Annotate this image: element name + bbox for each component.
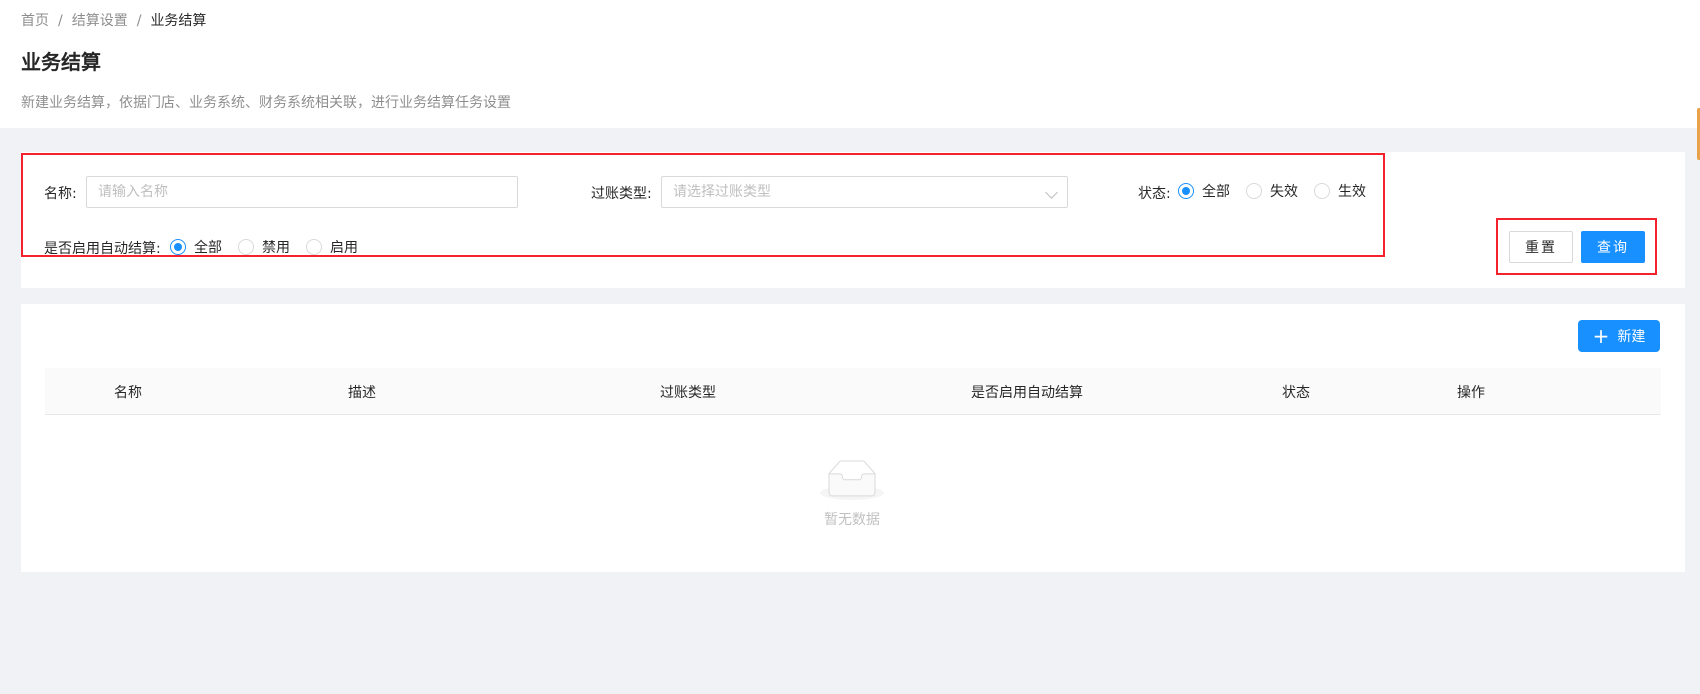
breadcrumb-separator: /: [58, 13, 63, 29]
breadcrumb: 首页 / 结算设置 / 业务结算: [21, 10, 206, 30]
breadcrumb-item-home[interactable]: 首页: [21, 13, 49, 29]
status-radio-valid[interactable]: 生效: [1314, 181, 1366, 201]
column-header-status: 状态: [1282, 385, 1310, 401]
page-title: 业务结算: [21, 50, 101, 74]
radio-checked-icon: [170, 239, 186, 255]
reset-button[interactable]: 重置: [1509, 231, 1573, 263]
status-radio-group: 全部 失效 生效: [1178, 181, 1382, 201]
empty-state-text: 暂无数据: [824, 512, 880, 528]
page-header: 首页 / 结算设置 / 业务结算 业务结算 新建业务结算，依据门店、业务系统、财务系统相…: [0, 0, 1700, 128]
new-button-label: 新建: [1617, 329, 1646, 345]
status-radio-all[interactable]: 全部: [1178, 181, 1230, 201]
name-input[interactable]: [86, 176, 518, 208]
radio-unchecked-icon: [306, 239, 322, 255]
status-option-label: 生效: [1338, 184, 1366, 200]
table-header: 名称 描述 过账类型 是否启用自动结算 状态 操作: [45, 368, 1661, 415]
radio-unchecked-icon: [1314, 183, 1330, 199]
radio-unchecked-icon: [238, 239, 254, 255]
empty-inbox-icon: [820, 460, 884, 500]
auto-settle-label: 是否启用自动结算:: [44, 241, 161, 257]
auto-settle-radio-disabled[interactable]: 禁用: [238, 237, 290, 257]
auto-settle-option-label: 禁用: [262, 240, 290, 256]
radio-unchecked-icon: [1246, 183, 1262, 199]
column-header-auto-settle: 是否启用自动结算: [971, 385, 1083, 401]
status-label: 状态:: [1138, 186, 1171, 202]
posting-type-label: 过账类型:: [591, 186, 652, 202]
breadcrumb-separator: /: [136, 13, 142, 29]
column-header-description: 描述: [348, 385, 376, 401]
status-option-label: 失效: [1270, 184, 1298, 200]
plus-icon: +: [1592, 324, 1610, 348]
breadcrumb-item-current: 业务结算: [150, 13, 207, 29]
auto-settle-radio-enabled[interactable]: 启用: [306, 237, 358, 257]
posting-type-select[interactable]: 请选择过账类型: [661, 176, 1068, 208]
column-header-name: 名称: [114, 385, 142, 401]
radio-checked-icon: [1178, 183, 1194, 199]
posting-type-placeholder: 请选择过账类型: [673, 184, 771, 200]
new-button[interactable]: + 新建: [1578, 320, 1660, 352]
breadcrumb-item-settlement-settings[interactable]: 结算设置: [72, 13, 128, 29]
filter-card: 名称: 过账类型: 请选择过账类型 状态: 全部 失效 生效 是否启用自动结算:…: [21, 152, 1685, 288]
column-header-posting-type: 过账类型: [660, 385, 716, 401]
status-option-label: 全部: [1202, 184, 1230, 200]
auto-settle-radio-group: 全部 禁用 启用: [170, 237, 374, 257]
page-description: 新建业务结算，依据门店、业务系统、财务系统相关联，进行业务结算任务设置: [21, 95, 511, 111]
column-header-actions: 操作: [1457, 385, 1485, 401]
table-card: + 新建 名称 描述 过账类型 是否启用自动结算 状态 操作 暂无数据: [21, 304, 1685, 572]
query-button[interactable]: 查询: [1581, 231, 1645, 263]
status-radio-invalid[interactable]: 失效: [1246, 181, 1298, 201]
auto-settle-option-label: 启用: [330, 240, 358, 256]
name-label: 名称:: [44, 186, 77, 202]
name-input-field[interactable]: [98, 184, 506, 200]
auto-settle-option-label: 全部: [194, 240, 222, 256]
auto-settle-radio-all[interactable]: 全部: [170, 237, 222, 257]
chevron-down-icon: [1045, 186, 1058, 199]
